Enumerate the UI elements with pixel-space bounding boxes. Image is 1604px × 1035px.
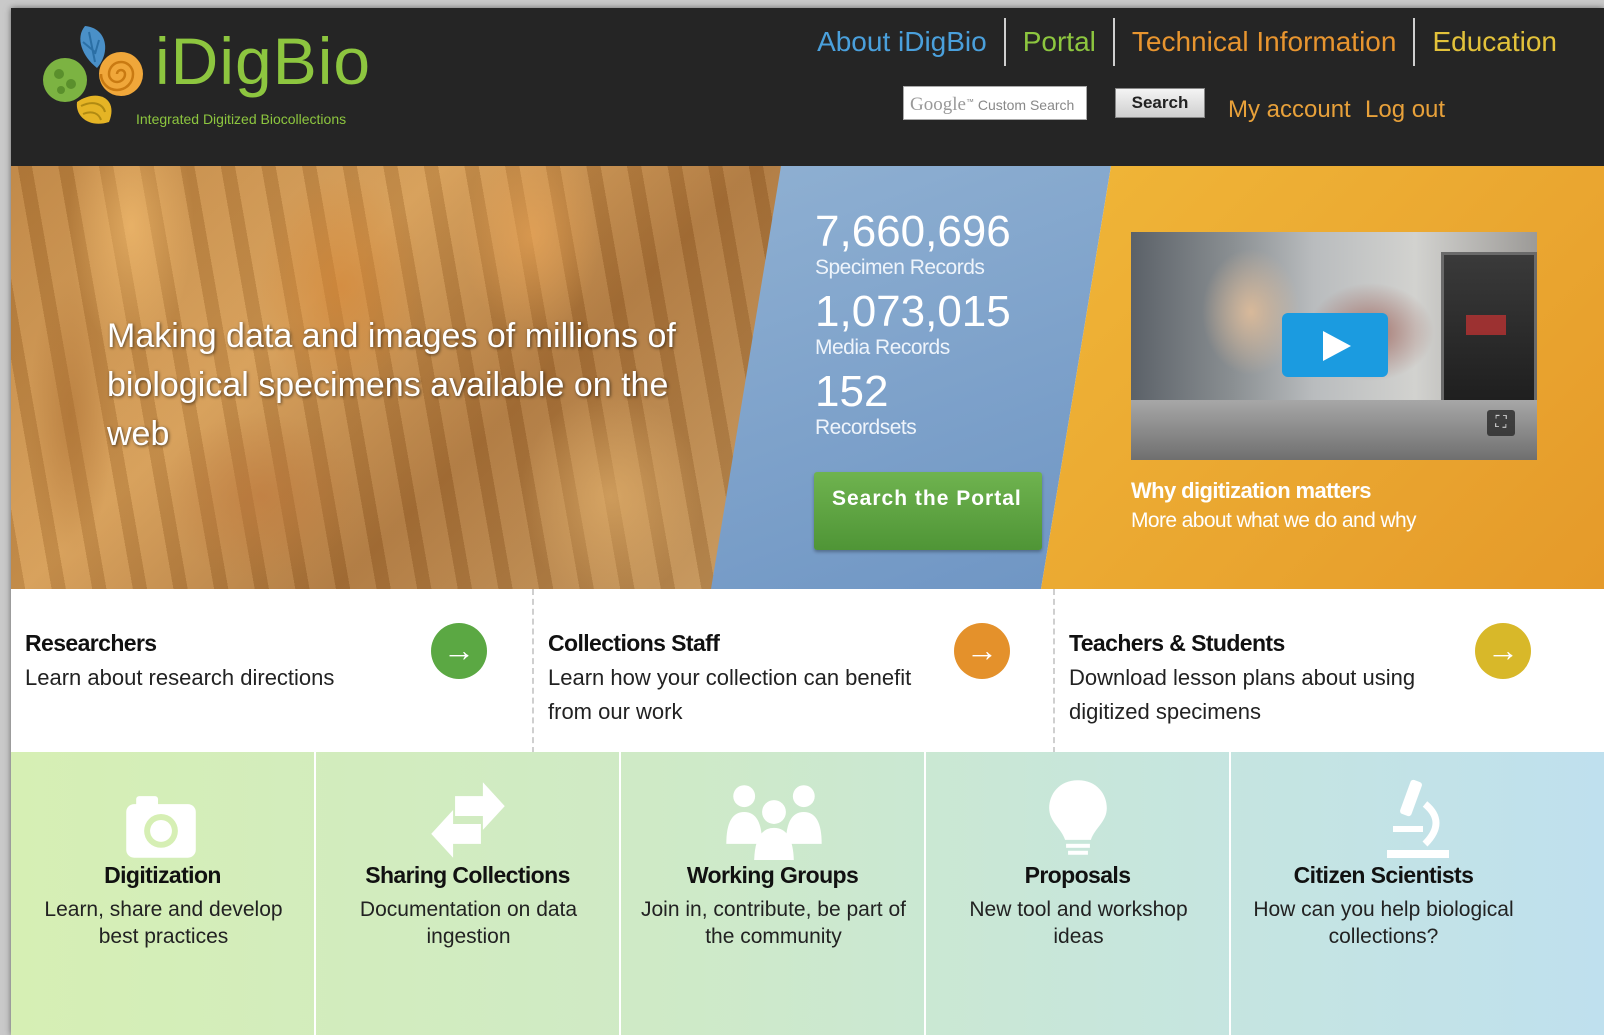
video-subtitle: More about what we do and why <box>1131 509 1417 532</box>
search-input[interactable]: Google™ Custom Search <box>903 86 1087 120</box>
video-player[interactable]: ⛶ <box>1131 232 1537 460</box>
specimen-records-label: Specimen Records <box>815 256 985 279</box>
tile-title: Sharing Collections <box>365 862 570 888</box>
main-nav: About iDigBio Portal Technical Informati… <box>800 18 1574 66</box>
hero-banner: Making data and images of millions of bi… <box>11 166 1604 589</box>
media-records-count: 1,073,015 <box>815 287 1011 336</box>
tile-title: Citizen Scientists <box>1293 862 1474 888</box>
video-title[interactable]: Why digitization matters <box>1131 478 1371 504</box>
audience-teachers-students[interactable]: Teachers & Students Download lesson plan… <box>1053 589 1604 753</box>
log-out-link[interactable]: Log out <box>1365 96 1445 124</box>
google-logo: Google <box>910 94 966 115</box>
people-icon <box>726 785 822 860</box>
camera-icon <box>126 796 196 858</box>
audience-collections-staff[interactable]: Collections Staff Learn how your collect… <box>532 589 1053 753</box>
page: iDigBio Integrated Digitized Biocollecti… <box>11 8 1604 1035</box>
play-icon[interactable] <box>1282 313 1388 377</box>
arrow-right-icon[interactable]: → <box>431 623 487 679</box>
audience-researchers[interactable]: Researchers Learn about research directi… <box>11 589 532 753</box>
tile-description: Join in, contribute, be part of the comm… <box>641 898 906 948</box>
topic-tiles: Digitization Learn, share and develop be… <box>11 752 1604 1035</box>
nav-education[interactable]: Education <box>1413 18 1574 66</box>
search-the-portal-button[interactable]: Search the Portal <box>814 472 1042 550</box>
brand-name: iDigBio <box>155 24 372 98</box>
recordsets-label: Recordsets <box>815 416 917 439</box>
tile-description: Documentation on data ingestion <box>359 898 578 948</box>
audience-title: Teachers & Students <box>1069 630 1285 656</box>
tile-description: Learn, share and develop best practices <box>44 898 283 948</box>
audience-description: Learn about research directions <box>25 665 335 690</box>
nav-technical-information[interactable]: Technical Information <box>1112 18 1414 66</box>
tile-sharing-collections[interactable]: Sharing Collections Documentation on dat… <box>316 752 621 1035</box>
audience-title: Collections Staff <box>548 630 720 656</box>
media-records-label: Media Records <box>815 336 950 359</box>
nav-about-idigbio[interactable]: About iDigBio <box>800 18 1004 66</box>
tile-description: How can you help biological collections? <box>1253 898 1514 948</box>
audience-description: Learn how your collection can benefit fr… <box>548 665 912 724</box>
my-account-link[interactable]: My account <box>1228 96 1351 124</box>
tile-title: Proposals <box>1024 862 1131 888</box>
search-placeholder: Custom Search <box>977 97 1075 113</box>
site-logo[interactable]: iDigBio Integrated Digitized Biocollecti… <box>37 18 397 128</box>
audience-description: Download lesson plans about using digiti… <box>1069 665 1416 724</box>
audience-title: Researchers <box>25 630 157 656</box>
microscope-icon <box>1387 779 1449 858</box>
exchange-arrows-icon <box>431 782 505 858</box>
fullscreen-icon[interactable]: ⛶ <box>1487 410 1515 436</box>
specimen-records-count: 7,660,696 <box>815 207 1011 256</box>
tile-description: New tool and workshop ideas <box>969 898 1188 948</box>
arrow-right-icon[interactable]: → <box>954 623 1010 679</box>
tile-title: Digitization <box>104 862 221 888</box>
hero-tagline: Making data and images of millions of bi… <box>107 317 676 453</box>
lightbulb-icon <box>1049 780 1107 855</box>
tile-digitization[interactable]: Digitization Learn, share and develop be… <box>11 752 316 1035</box>
brand-tagline: Integrated Digitized Biocollections <box>136 111 347 127</box>
tile-citizen-scientists[interactable]: Citizen Scientists How can you help biol… <box>1231 752 1604 1035</box>
recordsets-count: 152 <box>815 367 889 416</box>
search-button[interactable]: Search <box>1115 88 1205 118</box>
site-header: iDigBio Integrated Digitized Biocollecti… <box>11 8 1604 166</box>
nav-portal[interactable]: Portal <box>1003 18 1113 66</box>
video-thumbnail-equipment <box>1441 252 1537 418</box>
video-thumbnail-desk <box>1131 400 1537 460</box>
arrow-right-icon[interactable]: → <box>1475 623 1531 679</box>
tile-working-groups[interactable]: Working Groups Join in, contribute, be p… <box>621 752 926 1035</box>
tile-proposals[interactable]: Proposals New tool and workshop ideas <box>926 752 1231 1035</box>
tile-title: Working Groups <box>686 862 859 888</box>
